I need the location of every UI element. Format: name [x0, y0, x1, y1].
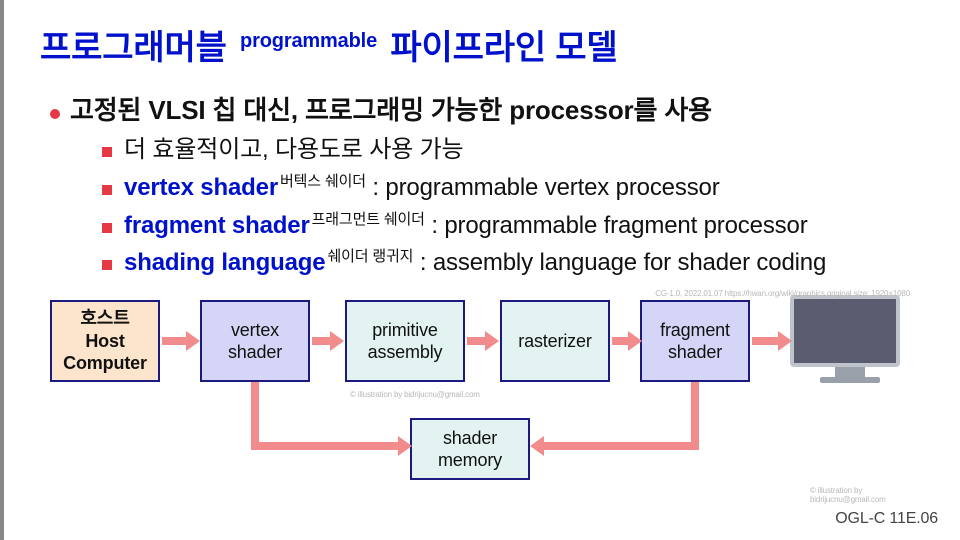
term-ruby: 쉐이더 랭귀지 — [327, 248, 413, 265]
credit-text: © illustration by bidrijucnu@gmail.com — [350, 390, 480, 399]
connector-line — [251, 382, 259, 445]
credit-text: © illustration by bidrijucnu@gmail.com — [810, 486, 930, 504]
monitor-base — [820, 377, 880, 383]
box-label: Host — [52, 330, 158, 353]
bullet-square-icon — [102, 223, 112, 233]
box-label: 호스트 — [52, 307, 158, 330]
title-superscript: programmable — [240, 30, 377, 52]
box-label: primitive — [347, 319, 463, 342]
term: vertex shader — [124, 174, 278, 201]
box-label: shader — [412, 427, 528, 450]
pipeline-diagram: 호스트 Host Computer vertex shader primitiv… — [50, 290, 930, 490]
box-label: vertex — [202, 319, 308, 342]
title-part2: 파이프라인 모델 — [390, 29, 617, 67]
term-desc: : assembly language for shader coding — [420, 249, 826, 276]
arrow-right-icon — [752, 337, 780, 345]
arrow-left-icon — [542, 442, 699, 450]
term-desc: : programmable fragment processor — [431, 212, 807, 239]
arrow-right-icon — [251, 442, 400, 450]
term-ruby: 버텍스 쉐이더 — [280, 173, 366, 190]
box-label: shader — [642, 341, 748, 364]
arrow-right-icon — [612, 337, 630, 345]
sub-bullet: shading language쉐이더 랭귀지 : assembly langu… — [102, 246, 930, 281]
sub-bullet-list: 더 효율적이고, 다용도로 사용 가능 vertex shader버텍스 쉐이더… — [102, 133, 930, 281]
credit-text: CG-1.0, 2022.01.07 https://hwan.org/wiki… — [655, 290, 910, 299]
sub-bullet: 더 효율적이고, 다용도로 사용 가능 — [102, 133, 930, 168]
box-shader-memory: shader memory — [410, 418, 530, 480]
sub-bullet-text: 더 효율적이고, 다용도로 사용 가능 — [124, 133, 463, 168]
box-label: memory — [412, 449, 528, 472]
slide-code: OGL-C 11E.06 — [835, 510, 938, 528]
monitor-icon — [790, 295, 910, 395]
arrow-right-icon — [467, 337, 487, 345]
slide-title: 프로그래머블 programmable 파이프라인 모델 — [40, 20, 617, 69]
main-bullet-text: 고정된 VLSI 칩 대신, 프로그래밍 가능한 processor를 사용 — [70, 90, 712, 127]
monitor-screen — [790, 295, 900, 367]
arrow-right-icon — [162, 337, 188, 345]
bullet-area: 고정된 VLSI 칩 대신, 프로그래밍 가능한 processor를 사용 더… — [50, 90, 930, 284]
main-bullet: 고정된 VLSI 칩 대신, 프로그래밍 가능한 processor를 사용 — [50, 90, 930, 127]
box-label: Computer — [52, 352, 158, 375]
term-desc: : programmable vertex processor — [372, 174, 719, 201]
box-primitive-assembly: primitive assembly — [345, 300, 465, 382]
title-part1: 프로그래머블 — [40, 29, 227, 67]
term-ruby: 프래그먼트 쉐이더 — [312, 211, 425, 228]
box-label: shader — [202, 341, 308, 364]
box-rasterizer: rasterizer — [500, 300, 610, 382]
monitor-stand — [835, 367, 865, 377]
box-label: fragment — [642, 319, 748, 342]
term: fragment shader — [124, 212, 310, 239]
slide: 프로그래머블 programmable 파이프라인 모델 고정된 VLSI 칩 … — [0, 0, 960, 540]
sub-bullet-body: vertex shader버텍스 쉐이더 : programmable vert… — [124, 171, 720, 206]
bullet-square-icon — [102, 147, 112, 157]
box-label: rasterizer — [502, 330, 608, 353]
sub-bullet: vertex shader버텍스 쉐이더 : programmable vert… — [102, 171, 930, 206]
sub-bullet-body: fragment shader프래그먼트 쉐이더 : programmable … — [124, 209, 808, 244]
arrow-right-icon — [312, 337, 332, 345]
box-host-computer: 호스트 Host Computer — [50, 300, 160, 382]
bullet-dot-icon — [50, 109, 60, 119]
connector-line — [691, 382, 699, 445]
sub-bullet: fragment shader프래그먼트 쉐이더 : programmable … — [102, 209, 930, 244]
sub-bullet-body: shading language쉐이더 랭귀지 : assembly langu… — [124, 246, 826, 281]
box-fragment-shader: fragment shader — [640, 300, 750, 382]
bullet-square-icon — [102, 260, 112, 270]
bullet-square-icon — [102, 185, 112, 195]
term: shading language — [124, 249, 325, 276]
box-vertex-shader: vertex shader — [200, 300, 310, 382]
box-label: assembly — [347, 341, 463, 364]
